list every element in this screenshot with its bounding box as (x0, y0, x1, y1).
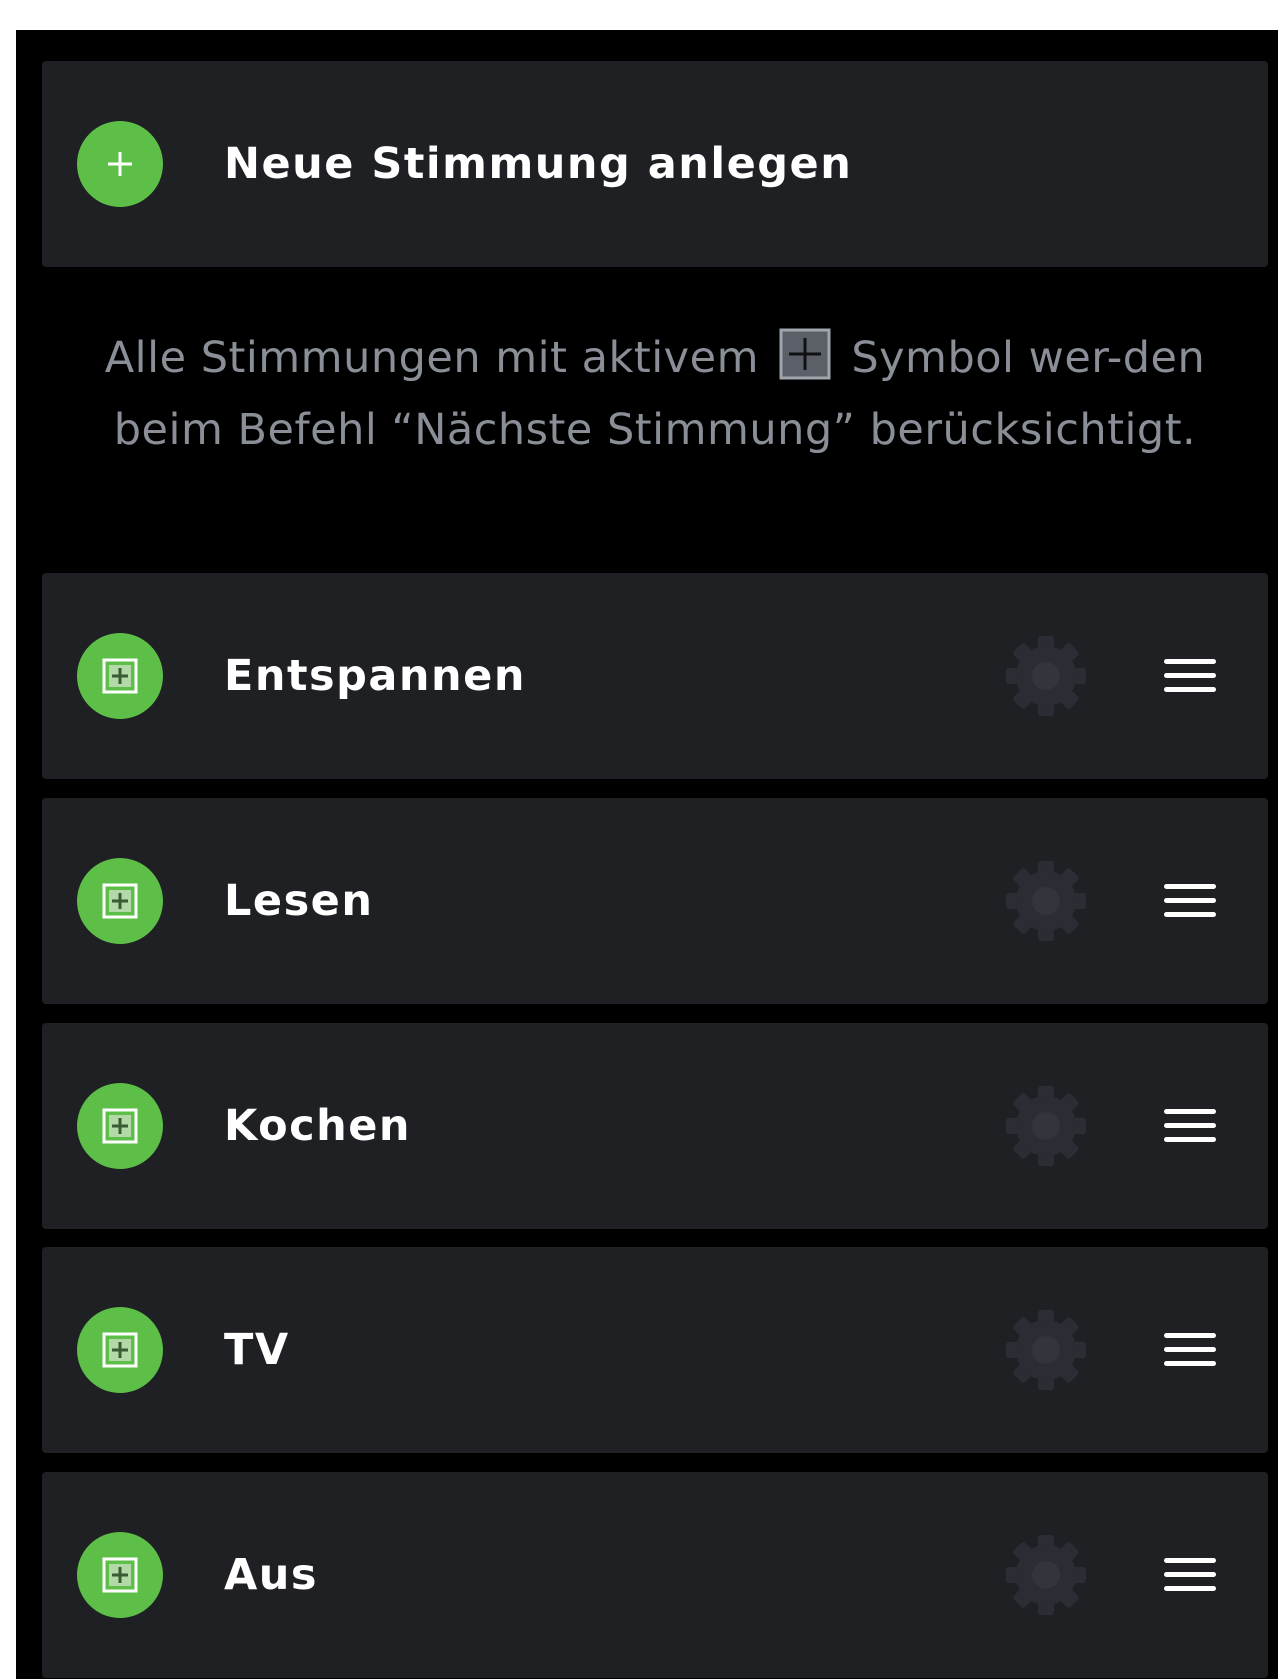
gear-icon[interactable] (1003, 1083, 1089, 1169)
gear-icon[interactable] (1003, 858, 1089, 944)
mood-row-tv[interactable]: TV (42, 1247, 1268, 1453)
mood-row-lesen[interactable]: Lesen (42, 798, 1268, 1004)
mood-toggle[interactable] (77, 1532, 163, 1618)
plus-square-icon (102, 1108, 138, 1144)
mood-toggle[interactable] (77, 633, 163, 719)
mood-toggle[interactable] (77, 1307, 163, 1393)
new-mood-button[interactable]: Neue Stimmung anlegen (42, 61, 1268, 267)
plus-square-icon (102, 883, 138, 919)
plus-square-icon (779, 328, 831, 380)
info-text-before: Alle Stimmungen mit aktivem (104, 333, 759, 383)
new-mood-label: Neue Stimmung anlegen (224, 139, 853, 189)
mood-row-kochen[interactable]: Kochen (42, 1023, 1268, 1229)
drag-handle-icon[interactable] (1162, 878, 1218, 922)
gear-icon[interactable] (1003, 1532, 1089, 1618)
plus-square-icon (102, 658, 138, 694)
plus-square-icon (102, 1557, 138, 1593)
drag-handle-icon[interactable] (1162, 1327, 1218, 1371)
mood-row-aus[interactable]: Aus (42, 1472, 1268, 1678)
gear-icon[interactable] (1003, 1307, 1089, 1393)
mood-toggle[interactable] (77, 858, 163, 944)
drag-handle-icon[interactable] (1162, 1552, 1218, 1596)
drag-handle-icon[interactable] (1162, 653, 1218, 697)
drag-handle-icon[interactable] (1162, 1103, 1218, 1147)
mood-row-entspannen[interactable]: Entspannen (42, 573, 1268, 779)
mood-label: Aus (224, 1550, 318, 1600)
add-mood-circle (77, 121, 163, 207)
gear-icon[interactable] (1003, 633, 1089, 719)
mood-label: TV (224, 1325, 290, 1375)
mood-toggle[interactable] (77, 1083, 163, 1169)
mood-label: Kochen (224, 1101, 411, 1151)
info-text: Alle Stimmungen mit aktivem Symbol wer-d… (56, 322, 1254, 466)
mood-label: Lesen (224, 876, 374, 926)
mood-label: Entspannen (224, 651, 526, 701)
mood-screen: Neue Stimmung anlegen Alle Stimmungen mi… (16, 30, 1278, 1679)
plus-square-icon (102, 1332, 138, 1368)
plus-icon (108, 152, 132, 176)
